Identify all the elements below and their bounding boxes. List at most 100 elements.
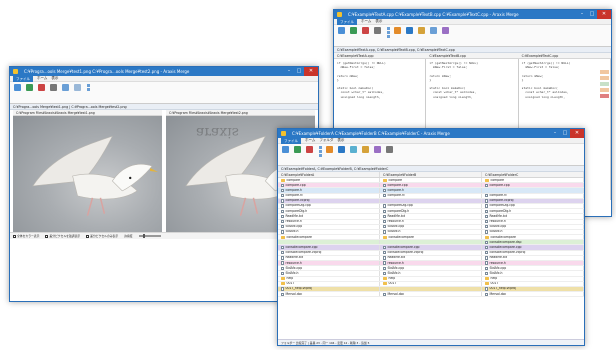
column-header-c[interactable]: C:¥Example¥FolderC [482,172,584,177]
table-cell[interactable]: compare.rc [482,193,584,198]
new-compare-button[interactable] [337,27,346,34]
table-cell[interactable]: 0017 [482,281,584,286]
table-cell[interactable]: compare [482,178,584,183]
table-cell[interactable]: resource.h [380,219,482,224]
table-cell[interactable]: compareDlg.cpp [482,203,584,209]
slider-thumb[interactable] [142,233,145,238]
table-cell[interactable]: StdAfx.h [380,271,482,276]
table-cell[interactable]: resource.h [482,261,584,266]
refresh-button[interactable] [293,146,302,153]
refresh-button[interactable] [349,27,358,34]
table-cell[interactable]: compare.h [278,188,380,193]
close-button[interactable]: ✕ [304,67,318,76]
table-cell[interactable] [380,198,482,203]
ribbon-item[interactable] [319,154,322,157]
table-cell[interactable]: Mersal.doc [278,292,380,297]
table-cell[interactable]: StdAfx.cpp [278,224,380,229]
image-pane-left[interactable] [13,116,162,232]
tolerance-slider[interactable] [138,233,161,238]
minimize-button[interactable]: – [284,67,294,76]
table-cell[interactable]: compare [278,178,380,183]
new-compare-button[interactable] [281,146,290,153]
copy-left-button[interactable] [325,146,334,153]
table-cell[interactable]: ReadMe.txt [482,214,584,219]
table-cell[interactable]: StdAfx.cpp [278,266,380,271]
table-cell[interactable]: compare [380,178,482,183]
settings-button[interactable] [373,27,382,34]
table-cell[interactable]: compare.rc [380,193,482,198]
table-cell[interactable]: StdAfx.h [482,229,584,235]
minimize-button[interactable]: – [550,129,560,138]
table-cell[interactable]: resource.h [482,219,584,224]
table-cell[interactable]: compareDlg.h [278,209,380,214]
table-cell[interactable]: consolecompare.cpp [380,245,482,250]
table-cell[interactable]: 0017_help.vcproj [278,286,380,292]
table-cell[interactable]: consolecompare [380,235,482,240]
copy-right-button[interactable] [337,146,346,153]
refresh-button[interactable] [25,84,34,91]
option-diff-only[interactable]: 差分ピクセルのみ表示 [86,234,118,238]
menu-view[interactable]: 表示 [51,76,58,81]
table-cell[interactable]: 0017_help.vcproj [482,286,584,292]
table-row[interactable]: Mersal.doc Mersal.doc Mersal.doc [278,292,584,298]
table-cell[interactable]: 0017 [278,281,380,286]
checkbox[interactable] [86,234,90,238]
table-cell[interactable]: StdAfx.h [380,229,482,235]
menu-folder[interactable]: フォルダ [319,138,333,143]
table-cell[interactable]: resource.h [278,219,380,224]
stop-button[interactable] [305,146,314,153]
table-cell[interactable]: StdAfx.cpp [380,266,482,271]
menu-view[interactable]: 表示 [375,19,382,24]
table-cell[interactable]: StdAfx.h [278,271,380,276]
ribbon-item[interactable] [319,150,322,153]
table-cell[interactable] [482,188,584,193]
table-cell[interactable]: compare.h [380,188,482,193]
table-cell[interactable]: StdAfx.h [482,271,584,276]
table-cell[interactable]: ReadMe.txt [278,255,380,260]
table-cell[interactable] [278,240,380,245]
table-cell[interactable]: compareDlg.h [482,209,584,214]
table-cell[interactable]: compareDlg.cpp [380,203,482,209]
table-cell[interactable]: compare.rc [278,193,380,198]
table-cell[interactable]: compareDlg.h [380,209,482,214]
filter-button[interactable] [349,146,358,153]
checkbox[interactable]: ✓ [13,234,16,239]
checkbox[interactable]: ✓ [45,234,49,239]
settings-button[interactable] [49,84,58,91]
menu-file[interactable]: ファイル [281,137,301,144]
option-color-all[interactable]: ✓ 全体をカラー表示 [13,234,39,239]
table-cell[interactable]: compare.cpp [380,183,482,188]
maximize-button[interactable]: □ [587,10,597,19]
table-cell[interactable]: compare.vcproj [278,198,380,203]
table-cell[interactable]: help [278,276,380,281]
table-cell[interactable]: compare.cpp [278,183,380,188]
table-cell[interactable]: Mersal.doc [380,292,482,297]
maximize-button[interactable]: □ [294,67,304,76]
table-cell[interactable]: Mersal.doc [482,292,584,297]
options-button[interactable] [385,146,394,153]
menu-file[interactable]: ファイル [13,75,33,82]
ribbon-item[interactable] [319,146,322,149]
table-cell[interactable]: resource.h [278,261,380,266]
merge-left-button[interactable] [393,27,402,34]
table-cell[interactable]: consolecompare.vcproj [380,250,482,255]
swap-button[interactable] [73,84,82,91]
table-cell[interactable]: consolecompare.cpp [278,245,380,250]
menu-home[interactable]: ホーム [305,138,315,143]
ribbon-item[interactable] [387,35,390,38]
ribbon-item[interactable] [87,88,90,91]
table-cell[interactable]: consolecompare.dsp [482,240,584,245]
table-cell[interactable]: compareDlg.cpp [278,203,380,209]
ribbon-item[interactable] [87,84,90,87]
table-cell[interactable]: ReadMe.txt [380,214,482,219]
maximize-button[interactable]: □ [560,129,570,138]
minimize-button[interactable]: – [577,10,587,19]
new-compare-button[interactable] [13,84,22,91]
table-cell[interactable]: StdAfx.cpp [380,224,482,229]
stop-button[interactable] [37,84,46,91]
table-cell[interactable]: StdAfx.cpp [482,266,584,271]
menu-home[interactable]: ホーム [361,19,371,24]
column-header-a[interactable]: C:¥Example¥FolderA [278,172,380,177]
option-highlight-diff[interactable]: ✓ 差分ピクセルを強調表示 [45,234,80,239]
merge-right-button[interactable] [405,27,414,34]
